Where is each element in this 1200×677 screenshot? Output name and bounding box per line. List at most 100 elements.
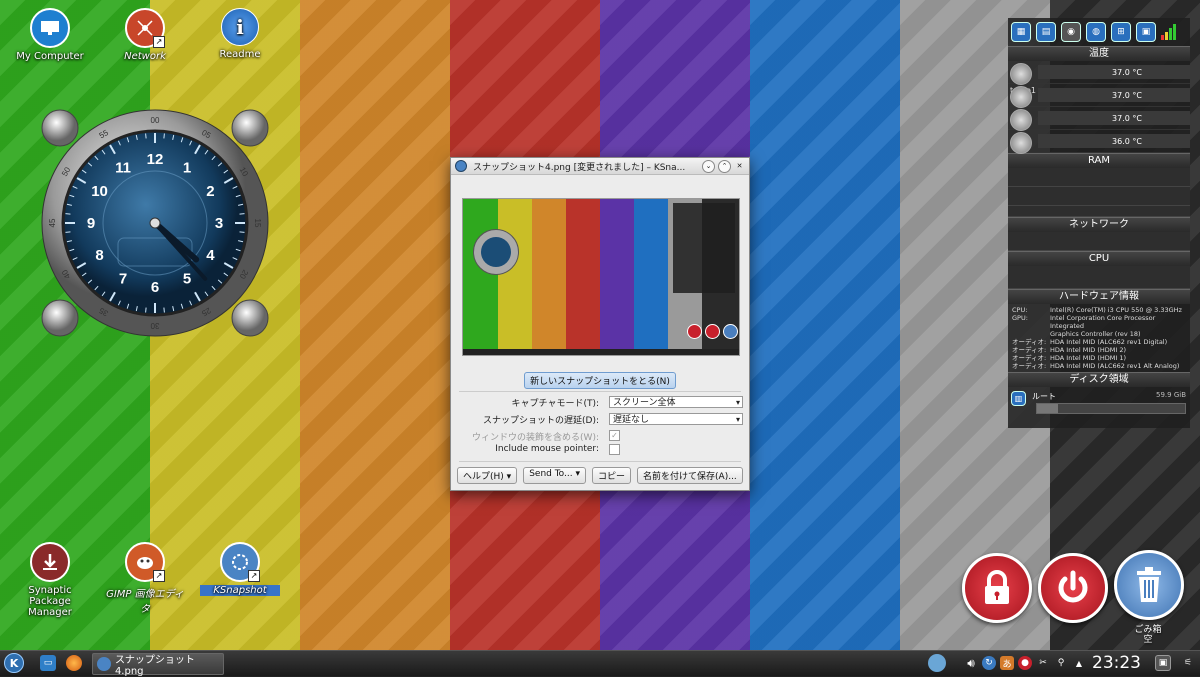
stripe-blue: [750, 0, 900, 650]
hw-row: Graphics Controller (rev 18): [1050, 330, 1141, 338]
power-icon: [1058, 570, 1088, 603]
lock-screen-button[interactable]: [962, 553, 1032, 623]
copy-button[interactable]: コピー: [592, 467, 632, 484]
hw-row: オーディオ: HDA Intel MID (HDMI 1): [1012, 354, 1127, 362]
hardware-icon[interactable]: ▣: [1136, 22, 1156, 42]
hw-row: オーディオ: HDA Intel MID (ALC662 rev1 Alt Ana…: [1012, 362, 1180, 370]
desktop-icon-network[interactable]: ↗ Network: [105, 8, 185, 62]
shortcut-arrow-icon: ↗: [248, 570, 260, 582]
hardware-header: ハードウェア情報: [1008, 289, 1190, 304]
mouse-pointer-checkbox[interactable]: [609, 444, 620, 455]
close-icon[interactable]: ✕: [734, 161, 745, 172]
analog-clock-widget[interactable]: 00 05 10 15 20 25 30 35 40 45 50 55 12 1 2 3 4 5 6 7 8 9 10 11: [40, 108, 270, 338]
network-icon: ↗: [125, 8, 165, 48]
app-icon[interactable]: [455, 160, 467, 172]
gauge-icon: [1010, 86, 1032, 108]
clock-numeral: 7: [119, 270, 127, 287]
gimp-icon: ↗: [125, 542, 165, 582]
clock-numeral: 8: [95, 247, 103, 264]
ksnapshot-window[interactable]: スナップショット4.png [変更されました] – KSna... ⌄ ⌃ ✕ …: [450, 157, 750, 491]
delay-spinbox[interactable]: 遅延なし: [609, 413, 743, 426]
task-label: スナップショット4.png: [114, 655, 195, 677]
help-button[interactable]: ヘルプ(H) ▾: [457, 467, 518, 484]
separator: [459, 461, 741, 462]
cpu-header: CPU: [1008, 251, 1190, 266]
mouse-pointer-row: Include mouse pointer:: [459, 444, 741, 456]
volume-icon[interactable]: 🔊︎: [964, 656, 978, 670]
preview-taskbar: [463, 349, 739, 355]
clock-tick: [65, 231, 71, 233]
disk-icon[interactable]: ◉: [1061, 22, 1081, 42]
clock-numeral: 5: [183, 270, 191, 287]
save-as-button[interactable]: 名前を付けて保存(A)...: [637, 467, 743, 484]
clock-tick: [163, 307, 165, 313]
input-method-icon[interactable]: あ: [1000, 656, 1014, 670]
window-titlebar[interactable]: スナップショット4.png [変更されました] – KSna... ⌄ ⌃ ✕: [451, 158, 749, 175]
send-to-button[interactable]: Send To... ▾: [523, 467, 587, 484]
file-manager-launcher[interactable]: ▭: [40, 653, 60, 673]
thermometer-icon[interactable]: ◍: [1086, 22, 1106, 42]
shutdown-button[interactable]: [1038, 553, 1108, 623]
desktop-icon-synaptic[interactable]: Synaptic Package Manager: [10, 542, 90, 618]
network-hub-icon[interactable]: ⊞: [1111, 22, 1131, 42]
lock-icon: [985, 570, 1009, 604]
desktop-icon-label: My Computer: [16, 51, 84, 62]
task-ksnapshot[interactable]: スナップショット4.png: [92, 653, 224, 677]
desktop-icon-label: KSnapshot: [200, 585, 280, 596]
clipboard-icon[interactable]: ✂: [1036, 656, 1050, 670]
disk-partition-icon: ▥: [1011, 391, 1026, 406]
clock-numeral: 11: [115, 160, 131, 177]
trash-label: ごみ箱空: [1134, 625, 1162, 645]
snapshot-preview[interactable]: [462, 198, 740, 356]
disk-size: 59.9 GiB: [1156, 391, 1186, 399]
cpu-chip-icon[interactable]: ▦: [1011, 22, 1031, 42]
clock-tick: [65, 213, 71, 215]
user-status-icon[interactable]: ●: [1018, 656, 1032, 670]
hardware-info: CPU: Intel(R) Core(TM) i3 CPU 550 @ 3.33G…: [1008, 304, 1190, 372]
clock-numeral: 4: [206, 247, 215, 264]
network-graph: [1008, 232, 1190, 251]
new-snapshot-button[interactable]: 新しいスナップショットをとる(N): [524, 372, 676, 389]
hw-row: オーディオ: HDA Intel MID (HDMI 2): [1012, 346, 1127, 354]
hw-row: GPU: Intel Corporation Core Processor Int…: [1012, 314, 1156, 330]
desktop-icon-label: Readme: [219, 49, 261, 60]
shortcut-arrow-icon: ↗: [153, 570, 165, 582]
monitor-icon: [30, 8, 70, 48]
memory-icon[interactable]: ▤: [1036, 22, 1056, 42]
maximize-icon[interactable]: ⌃: [718, 159, 731, 173]
signal-bars-icon[interactable]: [1161, 22, 1181, 40]
ksnapshot-task-icon: [97, 657, 111, 671]
clock-numeral: 9: [87, 215, 95, 232]
network-status-icon[interactable]: ⚲: [1054, 656, 1068, 670]
clock-time[interactable]: 23:23: [1092, 653, 1141, 673]
temp-row: 37.0 °C: [1008, 84, 1190, 108]
desktop-icon-readme[interactable]: i Readme: [200, 8, 280, 60]
desktop-icon-my-computer[interactable]: My Computer: [10, 8, 90, 62]
tray-expand-icon[interactable]: ▲: [1072, 656, 1086, 670]
clock-bezel-label: 15: [253, 219, 262, 228]
disk-row: ▥ ルート 59.9 GiB: [1008, 387, 1190, 417]
capture-mode-select[interactable]: スクリーン全体: [609, 396, 743, 409]
panel-toolbox-icon[interactable]: ⚟: [1181, 656, 1195, 670]
clock-tick: [239, 231, 245, 233]
show-desktop-icon[interactable]: ▣: [1155, 655, 1171, 671]
browser-launcher[interactable]: [66, 653, 86, 673]
disk-usage-bar: [1036, 403, 1186, 414]
preview-sysmon: [673, 203, 735, 293]
desktop-icon-label: Synaptic Package Manager: [28, 585, 72, 618]
minimize-icon[interactable]: ⌄: [702, 159, 715, 173]
clock-numeral: 10: [91, 183, 108, 200]
system-monitor-widget: ▦ ▤ ◉ ◍ ⊞ ▣ 温度 37.0 °C temp1 37.0 °C 37.…: [1008, 18, 1190, 428]
mouse-pointer-label: Include mouse pointer:: [495, 444, 599, 454]
window-deco-checkbox[interactable]: ✓: [609, 430, 620, 441]
desktop-pager-icon[interactable]: [928, 654, 946, 672]
app-launcher-button[interactable]: K: [4, 653, 24, 673]
ksnapshot-icon: ↗: [220, 542, 260, 582]
desktop-icon-gimp[interactable]: ↗ GIMP 画像エディタ: [105, 542, 185, 615]
capture-mode-label: キャプチャモード(T):: [511, 399, 599, 409]
clock-numeral: 2: [206, 183, 214, 200]
firefox-icon: [66, 655, 82, 671]
desktop-icon-ksnapshot[interactable]: ↗ KSnapshot: [200, 542, 280, 596]
update-icon[interactable]: ↻: [982, 656, 996, 670]
trash-button[interactable]: [1114, 550, 1184, 620]
